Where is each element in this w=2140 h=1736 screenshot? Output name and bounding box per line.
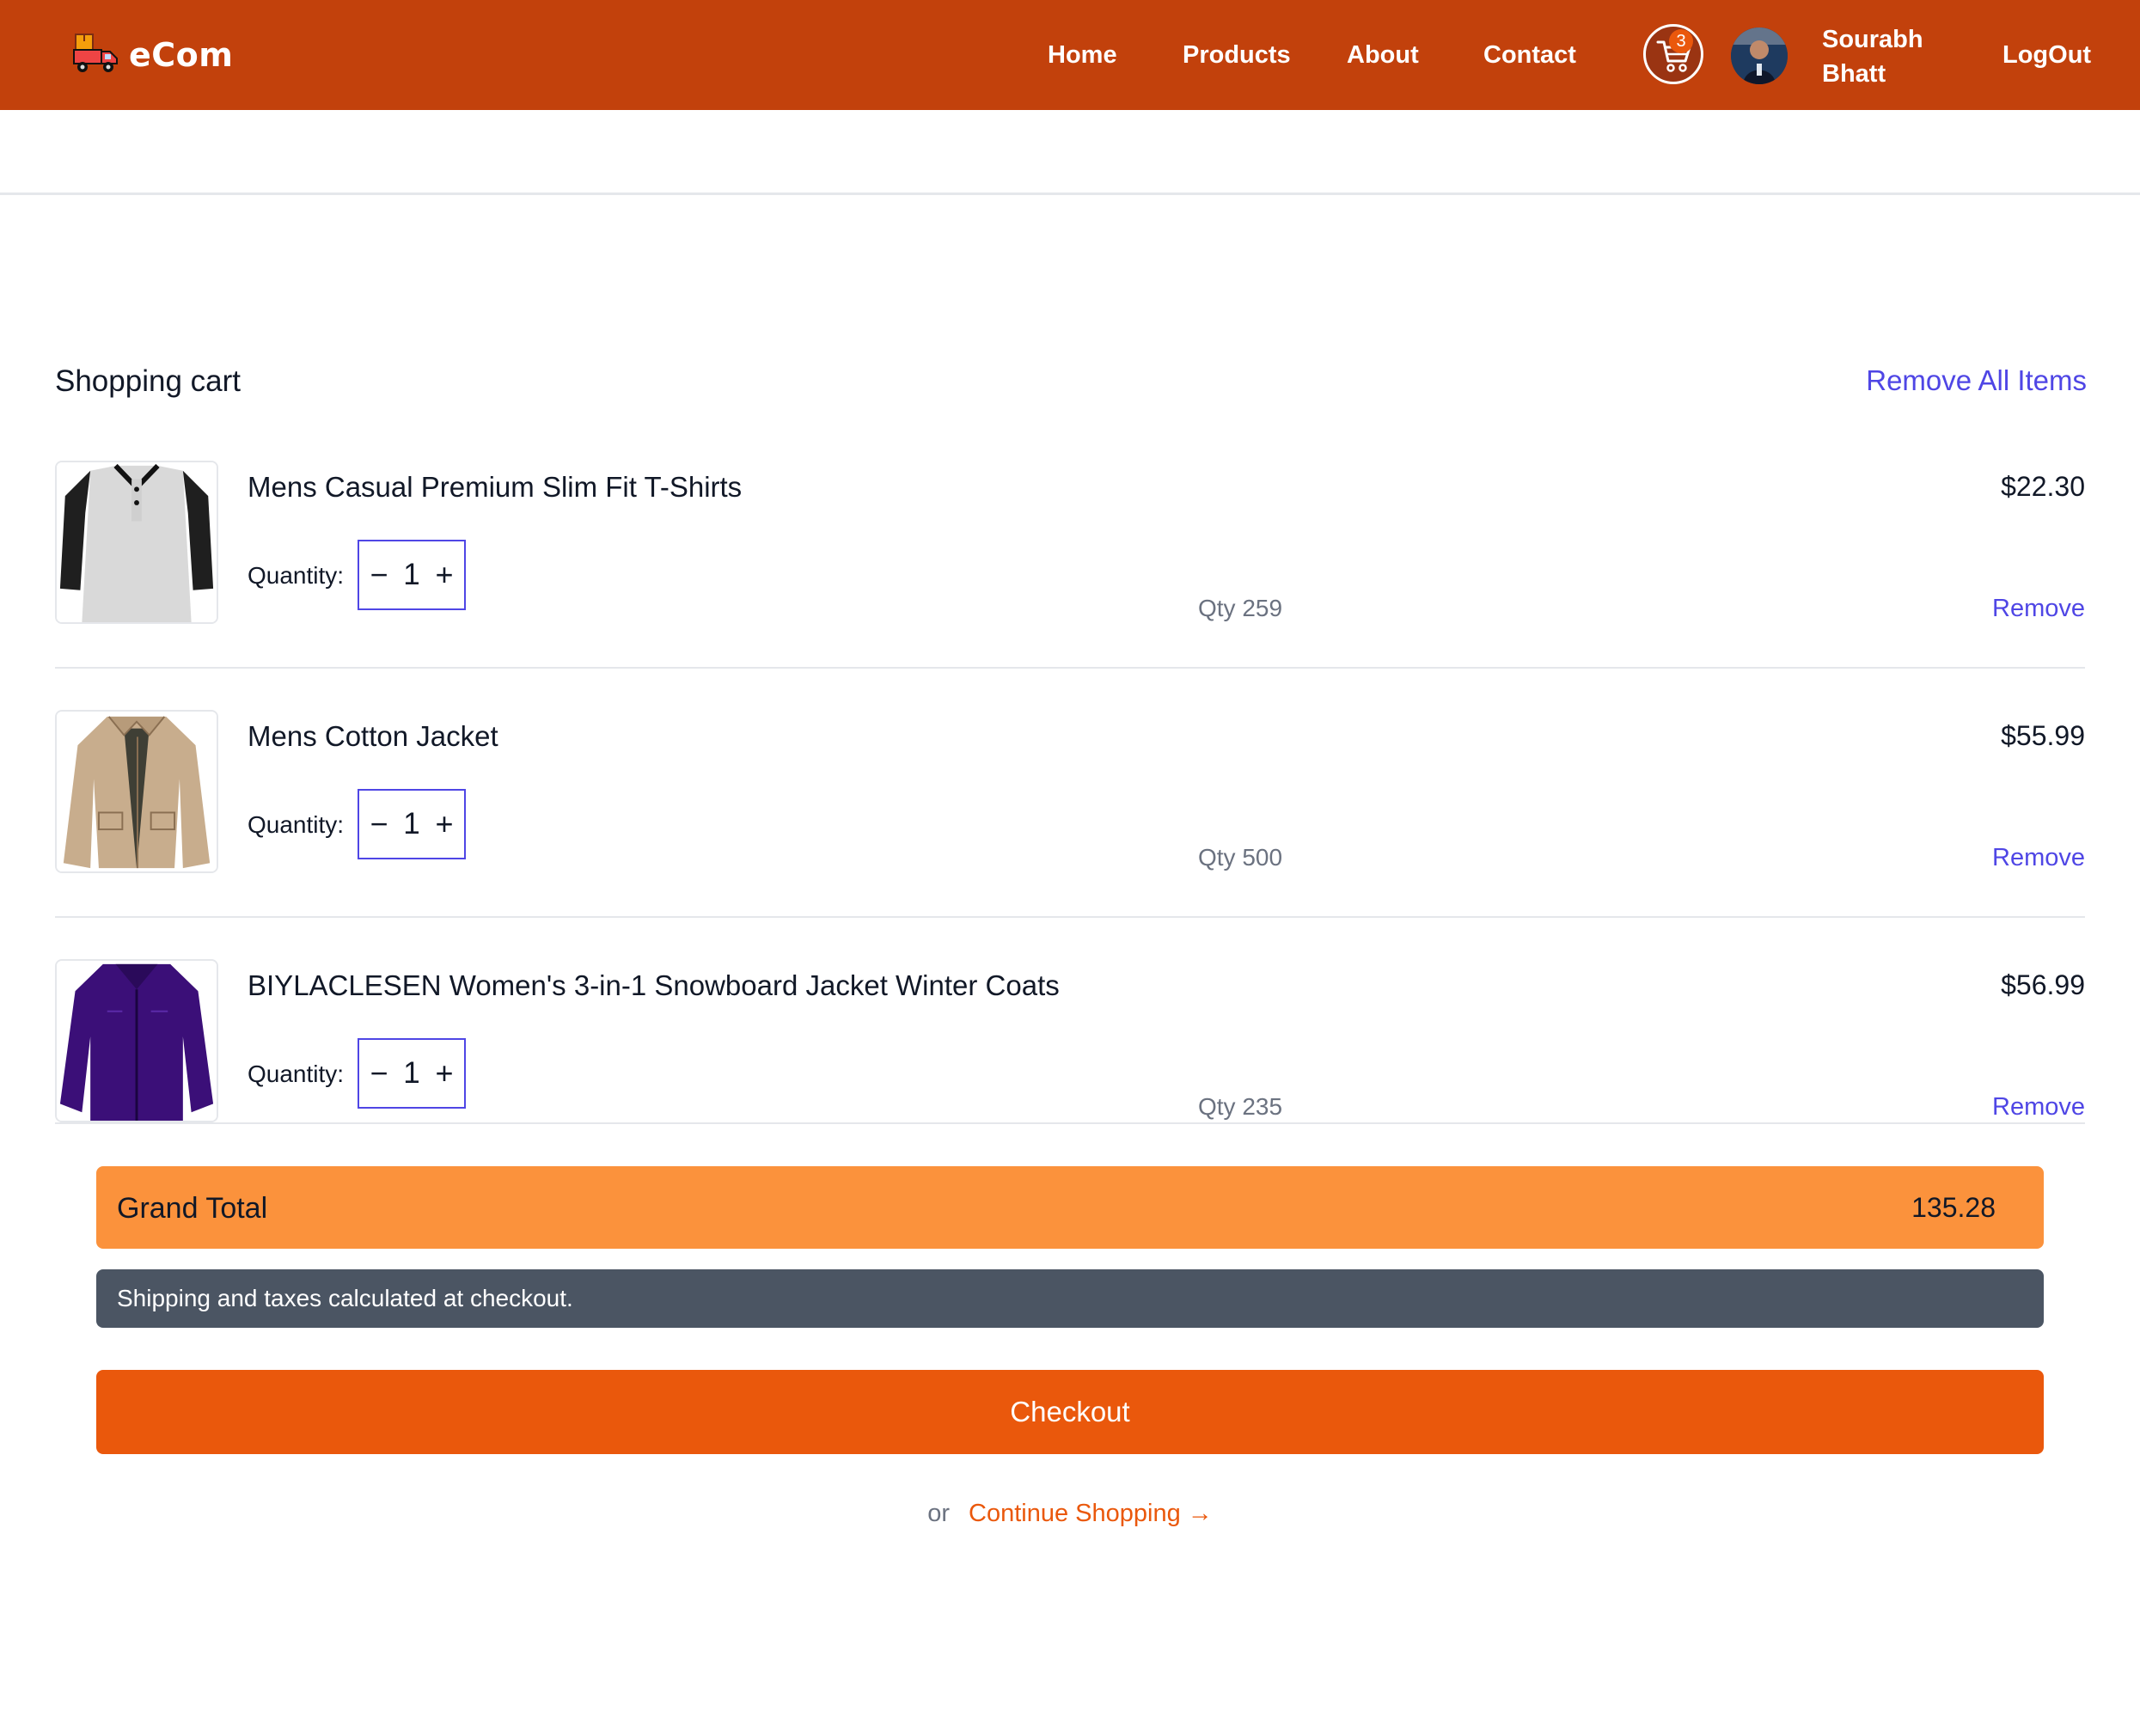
grand-total-label: Grand Total	[117, 1192, 268, 1225]
nav-products[interactable]: Products	[1183, 38, 1291, 72]
cart-item: Mens Cotton Jacket $55.99 Quantity: − 1 …	[55, 710, 2085, 873]
increment-button[interactable]: +	[431, 809, 457, 840]
or-text: or	[927, 1500, 951, 1527]
decrement-button[interactable]: −	[366, 1058, 392, 1089]
quantity-label: Quantity:	[248, 562, 345, 589]
shipping-note: Shipping and taxes calculated at checkou…	[96, 1269, 2044, 1328]
cart-item: Mens Casual Premium Slim Fit T-Shirts $2…	[55, 461, 2085, 624]
user-avatar[interactable]	[1731, 28, 1788, 84]
user-name: Sourabh Bhatt	[1822, 26, 1923, 88]
winter-coat-image[interactable]	[55, 959, 218, 1122]
cart-count-badge: 3	[1669, 29, 1693, 53]
item-name[interactable]: Mens Casual Premium Slim Fit T-Shirts	[248, 471, 742, 504]
decrement-button[interactable]: −	[366, 809, 392, 840]
quantity-label: Quantity:	[248, 1061, 345, 1087]
quantity-stepper: − 1 +	[358, 540, 466, 610]
stock-quantity: Qty 500	[1198, 844, 1283, 871]
increment-button[interactable]: +	[431, 1058, 457, 1089]
brand-logo[interactable]: eCom	[72, 31, 233, 79]
item-name[interactable]: BIYLACLESEN Women's 3-in-1 Snowboard Jac…	[248, 969, 1060, 1002]
continue-shopping-link[interactable]: Continue Shopping →	[969, 1500, 1213, 1527]
secondary-bar	[0, 110, 2140, 195]
decrement-button[interactable]: −	[366, 559, 392, 590]
stock-quantity: Qty 235	[1198, 1093, 1283, 1120]
quantity-stepper: − 1 +	[358, 789, 466, 859]
quantity-stepper: − 1 +	[358, 1038, 466, 1109]
remove-item-button[interactable]: Remove	[1992, 595, 2085, 623]
item-price: $55.99	[2001, 720, 2085, 751]
remove-item-button[interactable]: Remove	[1992, 1093, 2085, 1122]
item-divider	[55, 1122, 2085, 1124]
quantity-label: Quantity:	[248, 811, 345, 838]
grand-total-value: 135.28	[1911, 1192, 1996, 1223]
remove-all-items-button[interactable]: Remove All Items	[1866, 364, 2087, 397]
quantity-value: 1	[403, 558, 420, 591]
nav-about[interactable]: About	[1347, 38, 1419, 72]
grand-total-bar: Grand Total 135.28	[96, 1166, 2044, 1249]
item-name[interactable]: Mens Cotton Jacket	[248, 720, 498, 753]
cart-title: Shopping cart	[55, 364, 241, 398]
nav-home[interactable]: Home	[1048, 38, 1117, 72]
top-navbar: eCom Home Products About Contact 3 Soura…	[0, 0, 2140, 110]
item-price: $22.30	[2001, 471, 2085, 502]
tshirt-image[interactable]	[55, 461, 218, 624]
remove-item-button[interactable]: Remove	[1992, 844, 2085, 872]
continue-shopping-row: or Continue Shopping →	[0, 1500, 2140, 1528]
item-divider	[55, 667, 2085, 669]
quantity-value: 1	[403, 807, 420, 840]
increment-button[interactable]: +	[431, 559, 457, 590]
nav-contact[interactable]: Contact	[1483, 38, 1576, 72]
item-price: $56.99	[2001, 969, 2085, 1000]
item-divider	[55, 916, 2085, 918]
delivery-truck-icon	[72, 31, 119, 80]
checkout-button[interactable]: Checkout	[96, 1370, 2044, 1454]
jacket-image[interactable]	[55, 710, 218, 873]
quantity-value: 1	[403, 1056, 420, 1090]
cart-item: BIYLACLESEN Women's 3-in-1 Snowboard Jac…	[55, 959, 2085, 1122]
stock-quantity: Qty 259	[1198, 595, 1283, 621]
brand-name: eCom	[129, 36, 234, 74]
logout-button[interactable]: LogOut	[2002, 38, 2091, 72]
